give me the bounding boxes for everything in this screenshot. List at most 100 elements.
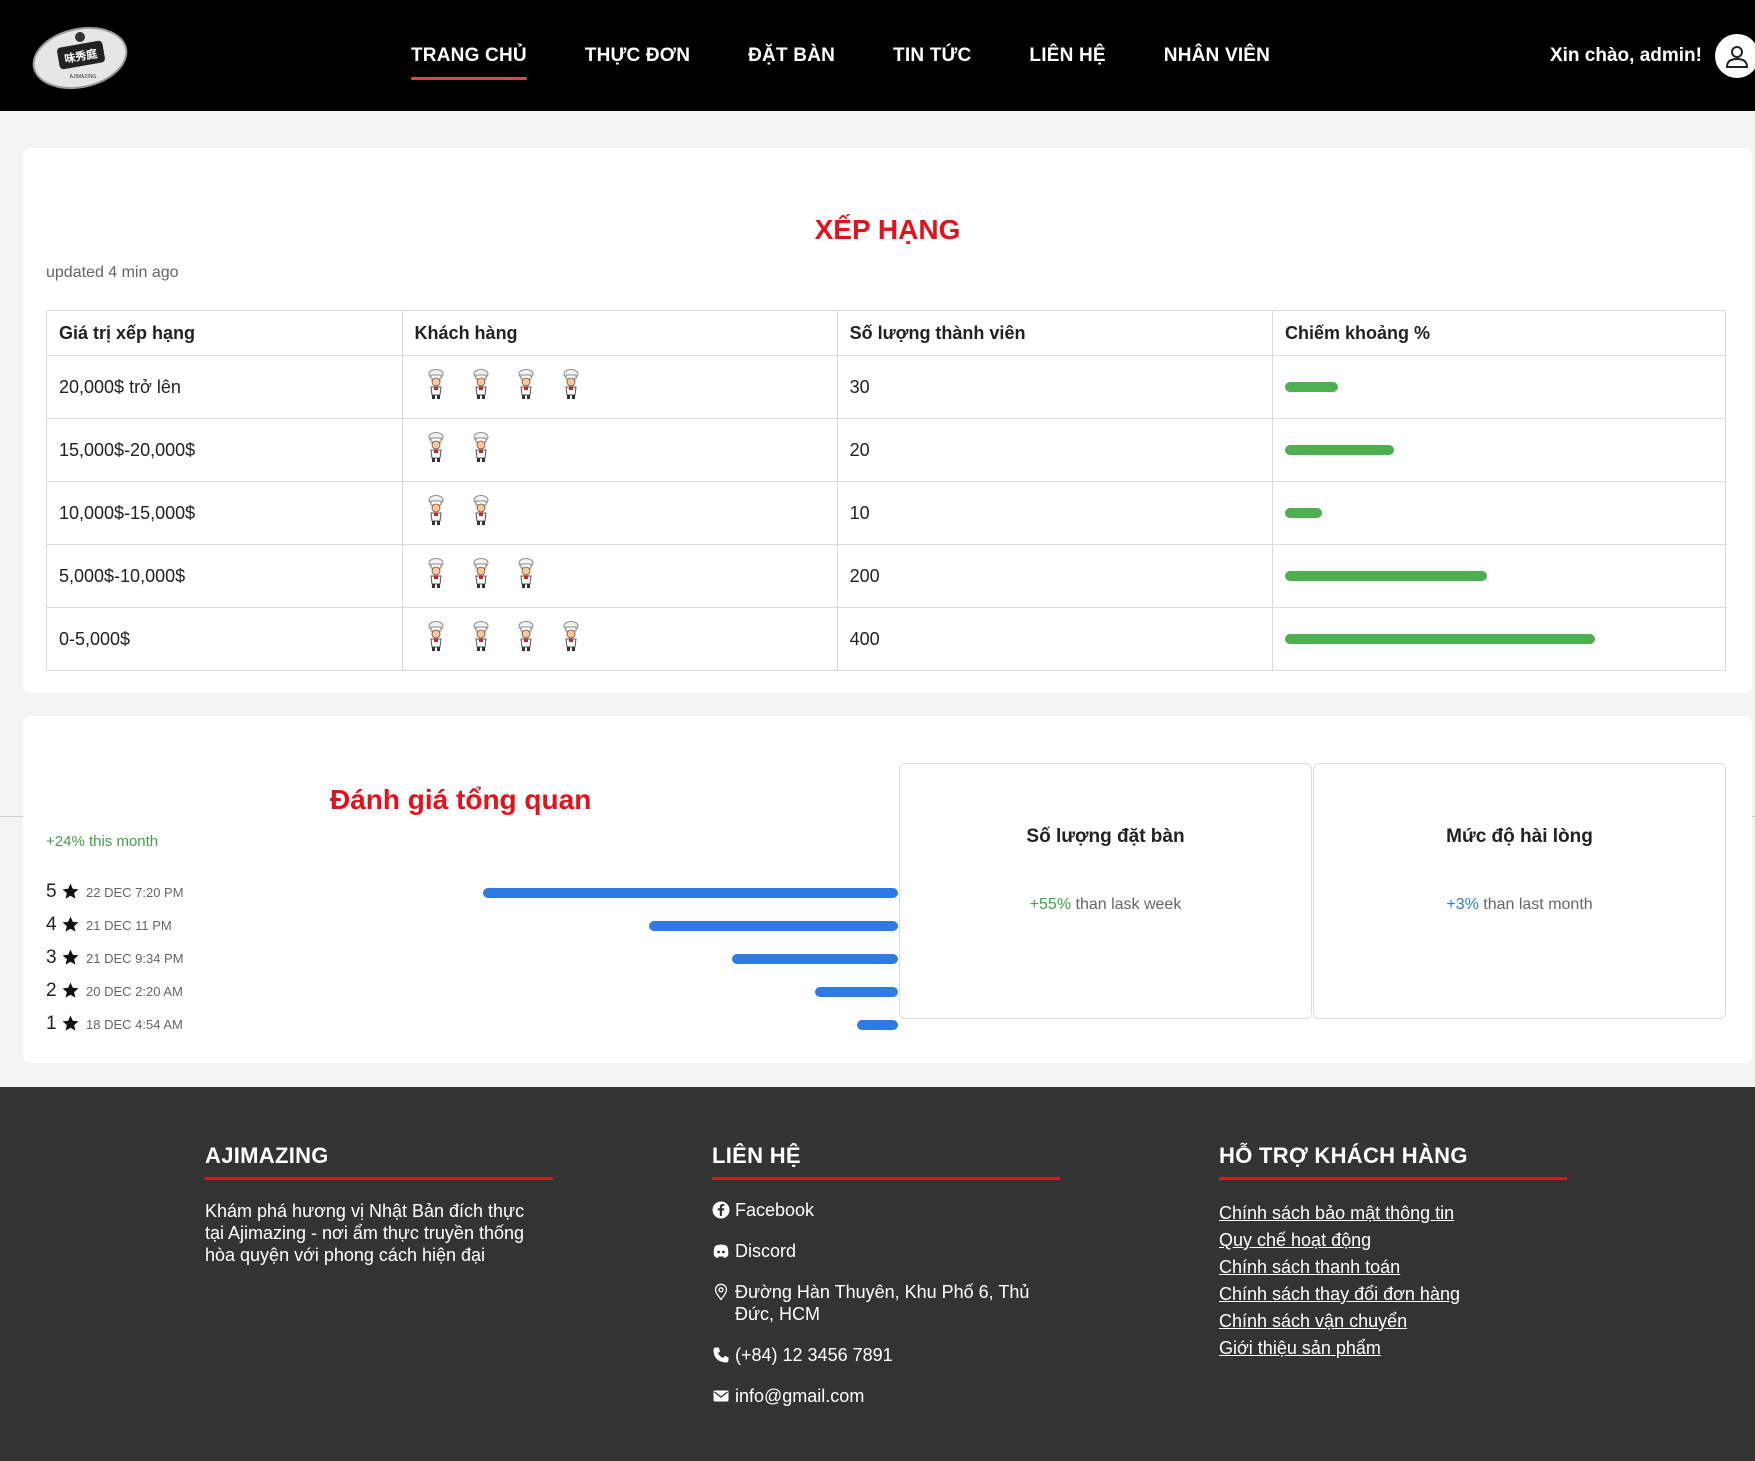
user-icon[interactable] — [1715, 34, 1755, 78]
column-header: Giá trị xếp hạng — [46, 310, 403, 356]
rating-value: 4 — [46, 914, 57, 935]
discord-link[interactable]: Discord — [712, 1240, 1060, 1262]
chef-avatar-icon — [423, 494, 449, 532]
support-links: Chính sách bảo mật thông tin Quy chế hoạ… — [1219, 1200, 1567, 1362]
facebook-link[interactable]: Facebook — [712, 1199, 1060, 1221]
footer-heading: AJIMAZING — [205, 1143, 553, 1180]
share-cell — [1272, 607, 1726, 671]
chef-avatar-icon — [423, 368, 449, 406]
share-bar-track — [1285, 445, 1725, 455]
stat-rest: than last month — [1478, 896, 1593, 913]
customers-cell — [401, 607, 838, 671]
nav-link-home[interactable]: TRANG CHỦ — [411, 45, 527, 80]
chef-avatar-icon — [513, 557, 539, 595]
updated-text: updated 4 min ago — [46, 264, 179, 281]
nav-link-news[interactable]: TIN TỨC — [893, 45, 971, 67]
rating-bar — [732, 954, 898, 964]
stat-card-satisfaction: Mức độ hài lòng +3% than last month — [1313, 763, 1726, 1019]
footer-heading: LIÊN HỆ — [712, 1143, 1060, 1180]
nav-link-booking[interactable]: ĐẶT BÀN — [748, 45, 835, 67]
address-text: Đường Hàn Thuyên, Khu Phố 6, Thủ Đức, HC… — [735, 1282, 1030, 1324]
stat-rest: than lask week — [1071, 896, 1182, 913]
facebook-icon — [712, 1201, 730, 1219]
chef-avatar-icon — [468, 368, 494, 406]
chef-avatar-icon — [423, 620, 449, 658]
rating-date: 21 DEC 11 PM — [86, 918, 172, 933]
rating-row: 4 21 DEC 11 PM — [46, 914, 901, 936]
share-bar-fill — [1285, 382, 1338, 392]
share-bar-fill — [1285, 634, 1595, 644]
chef-avatar-icon — [558, 368, 584, 406]
overview-subtitle: +24% this month — [46, 833, 159, 850]
support-link-privacy[interactable]: Chính sách bảo mật thông tin — [1219, 1200, 1567, 1227]
star-icon — [61, 948, 80, 967]
rating-bar — [649, 921, 898, 931]
logo[interactable]: 味秀庭 AJIMAZING — [31, 22, 129, 90]
share-cell — [1272, 544, 1726, 608]
star-icon — [61, 915, 80, 934]
rating-row: 2 20 DEC 2:20 AM — [46, 980, 901, 1002]
rank-range-cell: 0-5,000$ — [46, 607, 403, 671]
rating-value: 1 — [46, 1013, 57, 1034]
members-cell: 20 — [836, 418, 1274, 482]
share-cell — [1272, 418, 1726, 482]
footer: AJIMAZING Khám phá hương vị Nhật Bản đíc… — [0, 1087, 1755, 1461]
support-link-shipping[interactable]: Chính sách vận chuyển — [1219, 1308, 1567, 1335]
footer-contact: LIÊN HỆ Facebook Discord Đường Hàn Thuyê… — [712, 1143, 1060, 1407]
chef-avatar-icon — [468, 557, 494, 595]
members-cell: 200 — [836, 544, 1274, 608]
table-row: 15,000$-20,000$ 20 — [46, 418, 1726, 482]
chef-avatar-icon — [423, 431, 449, 469]
share-cell — [1272, 481, 1726, 545]
ranking-title: XẾP HẠNG — [814, 214, 961, 245]
phone-icon — [713, 1347, 729, 1363]
column-header: Chiếm khoảng % — [1272, 310, 1726, 356]
customers-cell — [401, 544, 838, 608]
email-text: info@gmail.com — [735, 1386, 865, 1406]
address-item: Đường Hàn Thuyên, Khu Phố 6, Thủ Đức, HC… — [712, 1281, 1060, 1325]
phone-item: (+84) 12 3456 7891 — [712, 1344, 1060, 1366]
table-row: 0-5,000$ 400 — [46, 607, 1726, 671]
nav-link-menu[interactable]: THỰC ĐƠN — [585, 45, 690, 67]
logo-icon: 味秀庭 AJIMAZING — [32, 26, 128, 90]
support-link-products[interactable]: Giới thiệu sản phẩm — [1219, 1335, 1567, 1362]
chef-icons — [415, 557, 837, 595]
rank-range-cell: 10,000$-15,000$ — [46, 481, 403, 545]
stat-delta: +3% — [1446, 896, 1479, 913]
share-cell — [1272, 355, 1726, 419]
footer-description: Khám phá hương vị Nhật Bản đích thực tại… — [205, 1201, 525, 1265]
rank-range-cell: 20,000$ trở lên — [46, 355, 403, 419]
members-cell: 30 — [836, 355, 1274, 419]
rating-row: 3 21 DEC 9:34 PM — [46, 947, 901, 969]
chef-icons — [415, 368, 837, 406]
share-bar-fill — [1285, 508, 1323, 518]
rating-value: 3 — [46, 947, 57, 968]
footer-support: HỖ TRỢ KHÁCH HÀNG Chính sách bảo mật thô… — [1219, 1143, 1567, 1362]
table-header-row: Giá trị xếp hạng Khách hàng Số lượng thà… — [46, 310, 1726, 356]
column-header: Số lượng thành viên — [836, 310, 1274, 356]
table-row: 20,000$ trở lên 30 — [46, 355, 1726, 419]
nav-link-contact[interactable]: LIÊN HỆ — [1029, 45, 1105, 67]
overview-card: Đánh giá tổng quan +24% this month 5 22 D… — [23, 716, 1752, 1063]
discord-icon — [713, 1244, 729, 1258]
stat-subtitle: +3% than last month — [1314, 896, 1725, 914]
customers-cell — [401, 481, 838, 545]
share-bar-track — [1285, 571, 1725, 581]
chef-icons — [415, 620, 837, 658]
nav-link-staff[interactable]: NHÂN VIÊN — [1164, 45, 1270, 67]
footer-heading: HỖ TRỢ KHÁCH HÀNG — [1219, 1143, 1567, 1180]
support-link-payment[interactable]: Chính sách thanh toán — [1219, 1254, 1567, 1281]
support-link-rules[interactable]: Quy chế hoạt động — [1219, 1227, 1567, 1254]
customers-cell — [401, 418, 838, 482]
phone-text: (+84) 12 3456 7891 — [735, 1345, 893, 1365]
support-link-order-change[interactable]: Chính sách thay đổi đơn hàng — [1219, 1281, 1567, 1308]
column-header: Khách hàng — [401, 310, 838, 356]
rank-range-cell: 15,000$-20,000$ — [46, 418, 403, 482]
ranking-card: XẾP HẠNG updated 4 min ago Giá trị xếp h… — [23, 148, 1752, 693]
rating-bar — [483, 888, 898, 898]
star-icon — [61, 1014, 80, 1033]
rating-row: 1 18 DEC 4:54 AM — [46, 1013, 901, 1035]
chef-avatar-icon — [513, 368, 539, 406]
chef-avatar-icon — [468, 431, 494, 469]
greeting-text: Xin chào, admin! — [1549, 44, 1702, 66]
